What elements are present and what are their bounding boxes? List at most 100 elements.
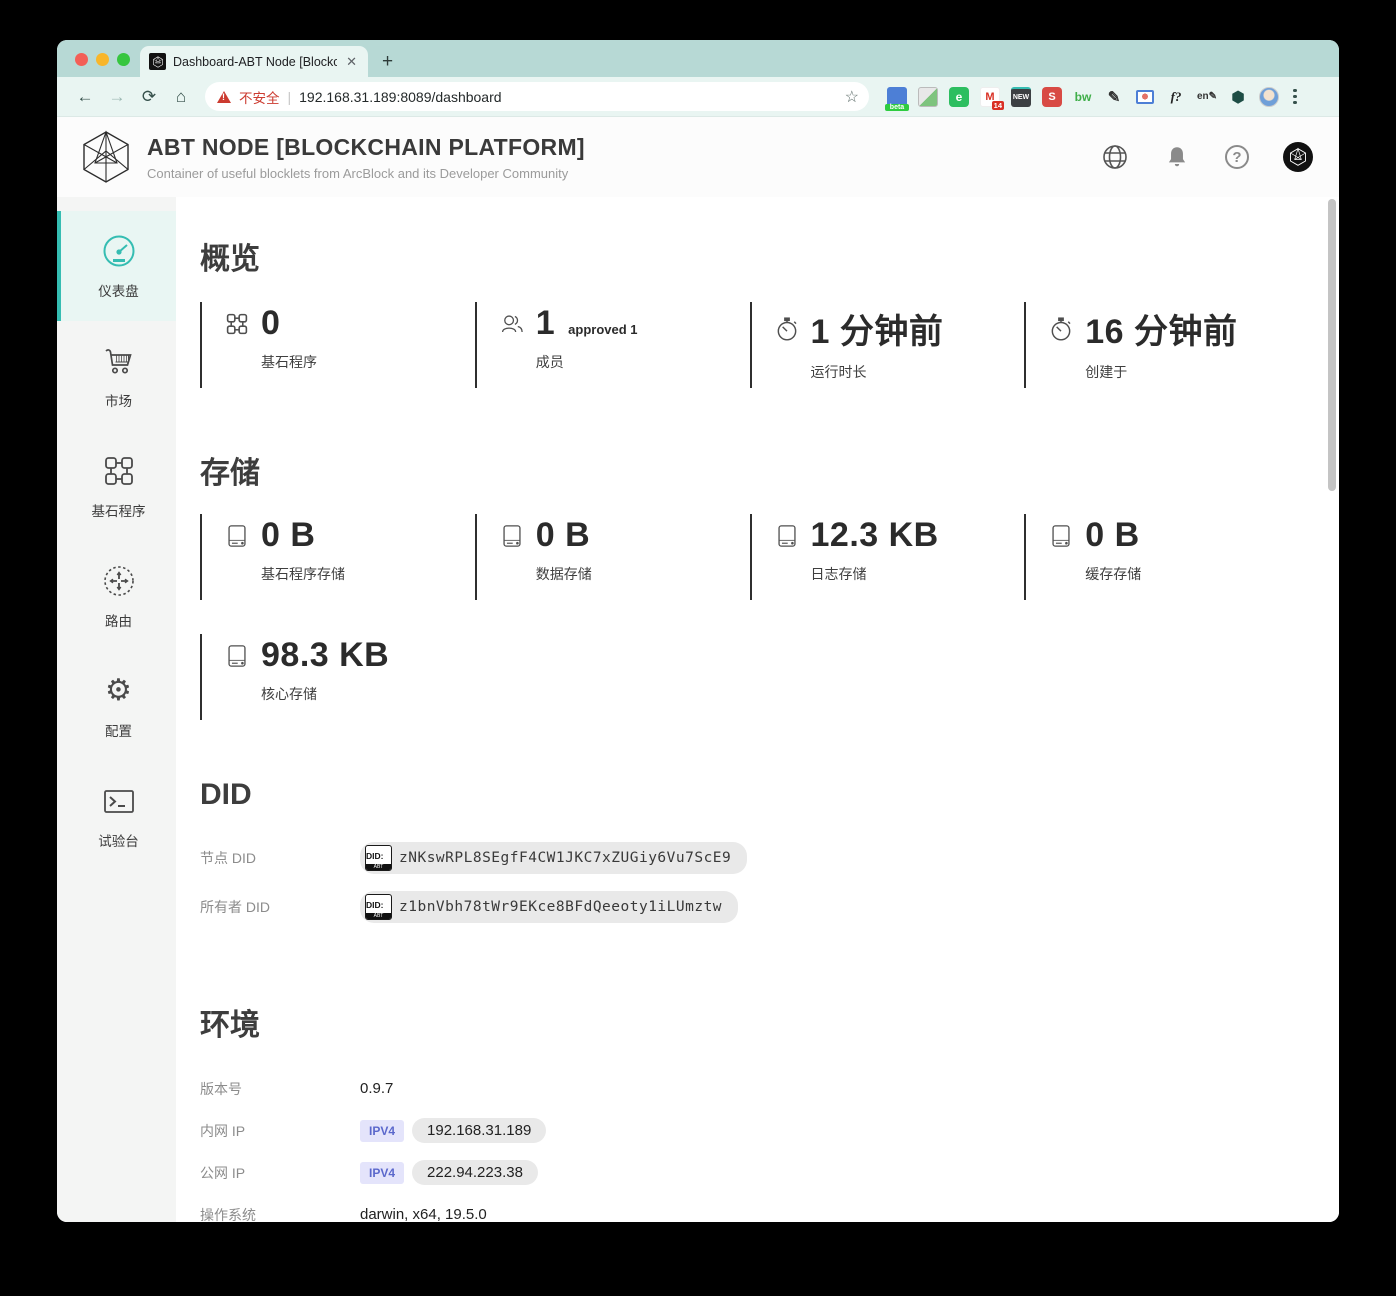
sidebar-item-label: 仪表盘 [98,280,139,300]
sidebar-item-label: 基石程序 [92,500,146,520]
url-divider: | [288,89,292,105]
uptime-card: 1 分钟前 运行时长 [750,302,1025,388]
sidebar-item-blocklets[interactable]: 基石程序 [57,431,176,541]
extension-evernote-icon[interactable]: e [949,87,969,107]
sidebar-item-routing[interactable]: 路由 [57,541,176,651]
sidebar-item-settings[interactable]: ⚙ 配置 [57,651,176,761]
extension-puzzle-icon[interactable]: ⬢ [1228,87,1248,107]
lan-ip-row: 内网 IP IPV4 192.168.31.189 [200,1118,1299,1143]
extension-new-icon[interactable]: NEW [1011,87,1031,107]
minimize-window-button[interactable] [96,53,109,66]
extension-s-icon[interactable]: S [1042,87,1062,107]
stat-value: 98.3 KB [261,636,389,675]
extension-beta-icon[interactable]: beta [887,87,907,107]
tab-favicon-icon [149,53,166,70]
help-icon[interactable]: ? [1225,145,1249,169]
app-header: ABT NODE [BLOCKCHAIN PLATFORM] Container… [57,117,1339,197]
browser-toolbar: ← → ⟳ ⌂ 不安全 | 192.168.31.189:8089/dashbo… [57,77,1339,117]
stat-label: 成员 [536,352,740,372]
user-avatar[interactable] [1283,142,1313,172]
os-value: darwin, x64, 19.5.0 [360,1206,487,1222]
notifications-bell-icon[interactable] [1163,143,1191,171]
stopwatch-icon [774,316,800,342]
security-warning-label[interactable]: 不安全 [239,87,280,107]
new-tab-button[interactable]: + [382,52,393,71]
extension-bw-icon[interactable]: bw [1073,87,1093,107]
language-globe-icon[interactable] [1101,143,1129,171]
data-storage-card: 0 B 数据存储 [475,514,750,600]
stat-label: 日志存储 [811,564,1015,584]
created-at-card: 16 分钟前 创建于 [1024,302,1299,388]
overview-heading: 概览 [200,234,1299,278]
stat-label: 核心存储 [261,684,465,704]
stat-label: 基石程序存储 [261,564,465,584]
extension-pen-icon[interactable]: ✎ [1104,87,1124,107]
url-bar[interactable]: 不安全 | 192.168.31.189:8089/dashboard ☆ [205,82,869,111]
lan-ip-label: 内网 IP [200,1121,360,1141]
version-value: 0.9.7 [360,1080,393,1097]
storage-drive-icon [224,523,250,549]
storage-drive-icon [774,523,800,549]
browser-window: Dashboard-ABT Node [Blockch ✕ + ← → ⟳ ⌂ … [57,40,1339,1222]
stat-value: 16 分钟前 [1085,304,1237,353]
extension-map-icon[interactable] [918,87,938,107]
settings-gear-icon: ⚙ [100,672,138,710]
owner-did-chip: DID: ABT z1bnVbh78tWr9EKce8BFdQeeoty1iLU… [360,891,738,923]
extension-quill-icon[interactable]: en✎ [1197,87,1217,107]
node-did-value: zNKswRPL8SEgfF4CW1JKC7xZUGiy6Vu7ScE9 [399,850,731,866]
url-text[interactable]: 192.168.31.189:8089/dashboard [299,89,837,105]
abt-node-logo [81,130,131,184]
terminal-icon [100,782,138,820]
tab-title: Dashboard-ABT Node [Blockch [173,55,337,69]
extension-font-icon[interactable]: f? [1166,87,1186,107]
blocklets-count-card: 0 基石程序 [200,302,475,388]
extension-display-icon[interactable] [1135,87,1155,107]
dashboard-gauge-icon [100,232,138,270]
browser-menu-icon[interactable] [1287,89,1303,105]
stat-label: 基石程序 [261,352,465,372]
did-abt-logo-icon: DID: ABT [365,845,392,871]
stat-label: 数据存储 [536,564,740,584]
wan-ip-row: 公网 IP IPV4 222.94.223.38 [200,1160,1299,1185]
stat-value: 1 [536,304,555,343]
forward-icon[interactable]: → [103,83,131,111]
owner-did-row: 所有者 DID DID: ABT z1bnVbh78tWr9EKce8BFdQe… [200,891,1299,923]
security-warning-icon[interactable] [217,91,231,103]
maximize-window-button[interactable] [117,53,130,66]
stat-value: 1 分钟前 [811,304,944,353]
scrollbar-thumb[interactable] [1328,199,1336,491]
bookmark-star-icon[interactable]: ☆ [845,87,859,107]
close-window-button[interactable] [75,53,88,66]
version-label: 版本号 [200,1079,360,1099]
home-icon[interactable]: ⌂ [167,83,195,111]
members-icon [499,311,525,337]
back-icon[interactable]: ← [71,83,99,111]
environment-heading: 环境 [200,1000,1299,1044]
browser-profile-avatar[interactable] [1259,87,1279,107]
log-storage-card: 12.3 KB 日志存储 [750,514,1025,600]
browser-tab[interactable]: Dashboard-ABT Node [Blockch ✕ [140,46,368,77]
reload-icon[interactable]: ⟳ [135,83,163,111]
owner-did-value: z1bnVbh78tWr9EKce8BFdQeeoty1iLUmztw [399,899,722,915]
overview-cards: 0 基石程序 1 approved 1 成员 [200,302,1299,388]
ipv4-badge: IPV4 [360,1162,404,1184]
node-did-row: 节点 DID DID: ABT zNKswRPL8SEgfF4CW1JKC7xZ… [200,842,1299,874]
sidebar-item-label: 路由 [105,610,132,630]
blocklets-icon [224,311,250,337]
stat-label: 缓存存储 [1085,564,1289,584]
wan-ip-value: 222.94.223.38 [412,1160,538,1185]
stopwatch-icon [1048,316,1074,342]
lan-ip-value: 192.168.31.189 [412,1118,546,1143]
tab-close-icon[interactable]: ✕ [344,54,359,70]
core-storage-card: 98.3 KB 核心存储 [200,634,475,720]
sidebar-item-playground[interactable]: 试验台 [57,761,176,871]
stat-value: 12.3 KB [811,516,939,555]
sidebar-item-market[interactable]: 市场 [57,321,176,431]
window-controls[interactable] [75,53,130,66]
os-row: 操作系统 darwin, x64, 19.5.0 [200,1202,1299,1222]
extension-gmail-icon[interactable]: M14 [980,87,1000,107]
node-did-chip: DID: ABT zNKswRPL8SEgfF4CW1JKC7xZUGiy6Vu… [360,842,747,874]
sidebar-item-dashboard[interactable]: 仪表盘 [57,211,176,321]
routing-icon [100,562,138,600]
stat-label: 运行时长 [811,362,1015,382]
